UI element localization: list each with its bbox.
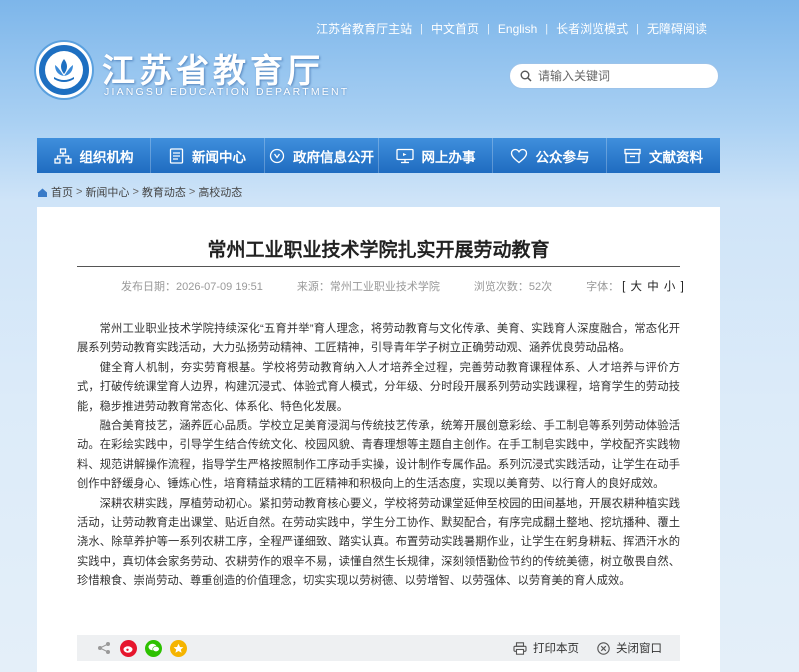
font-size-control: 字体： [ 大 中 小 ] [586, 278, 685, 294]
search-input[interactable] [538, 69, 698, 83]
disclosure-icon [269, 148, 285, 163]
site-subtitle: JIANGSU EDUCATION DEPARTMENT [104, 86, 350, 98]
nav-item-documents[interactable]: 文献资料 [607, 138, 720, 173]
font-bracket-open: [ [622, 281, 626, 293]
close-label: 关闭窗口 [616, 643, 662, 655]
breadcrumb-separator: > [188, 186, 196, 198]
archive-icon [624, 148, 641, 163]
weibo-share-icon[interactable] [120, 639, 137, 657]
article-title: 常州工业职业技术学院扎实开展劳动教育 [207, 240, 550, 261]
font-size-medium[interactable]: 中 [647, 281, 659, 293]
article-actions: 打印本页 关闭窗口 [495, 640, 680, 656]
heart-icon [510, 148, 527, 163]
breadcrumb-news-center[interactable]: 新闻中心 [85, 184, 129, 200]
site-header: 江苏省教育厅 JIANGSU EDUCATION DEPARTMENT [36, 38, 726, 108]
logo-emblem-icon [54, 59, 74, 82]
font-bracket-close: ] [680, 281, 684, 293]
breadcrumb-separator: > [132, 186, 139, 198]
article-body: 常州工业职业技术学院持续深化“五育并举”育人理念，将劳动教育与文化传承、美育、实… [77, 320, 680, 592]
link-main-site[interactable]: 江苏省教育厅主站 [308, 20, 420, 37]
nav-item-organization[interactable]: 组织机构 [37, 138, 151, 173]
article-panel: 常州工业职业技术学院扎实开展劳动教育 发布日期：2026-07-09 19:51… [37, 207, 720, 672]
font-size-large[interactable]: 大 [631, 281, 643, 293]
nav-item-disclosure[interactable]: 政府信息公开 [265, 138, 379, 173]
search-box[interactable] [509, 63, 719, 89]
home-icon [38, 188, 47, 197]
font-size-small[interactable]: 小 [664, 281, 676, 293]
article-meta: 发布日期：2026-07-09 19:51 来源：常州工业职业技术学院 浏览次数… [121, 278, 685, 294]
article-paragraph: 常州工业职业技术学院持续深化“五育并举”育人理念，将劳动教育与文化传承、美育、实… [77, 323, 680, 355]
nav-label: 公众参与 [535, 149, 590, 165]
share-buttons [95, 639, 195, 657]
font-size-label: 字体： [586, 281, 620, 293]
breadcrumb: 首页 > 新闻中心 > 教育动态 > 高校动态 [37, 184, 242, 200]
breadcrumb-university-news[interactable]: 高校动态 [198, 184, 242, 200]
breadcrumb-education-news[interactable]: 教育动态 [142, 184, 186, 200]
nav-label: 网上办事 [421, 149, 476, 165]
publish-date: 发布日期：2026-07-09 19:51 [121, 281, 263, 293]
title-divider [77, 266, 680, 267]
view-count: 浏览次数：52次 [473, 281, 553, 293]
nav-label: 文献资料 [649, 149, 703, 165]
wechat-share-icon[interactable] [145, 639, 162, 657]
nav-item-online-services[interactable]: 网上办事 [379, 138, 493, 173]
link-elder-mode[interactable]: 长者浏览模式 [548, 20, 636, 37]
breadcrumb-separator: > [76, 186, 83, 198]
article-paragraph: 融合美育技艺，涵养匠心品质。学校立足美育浸润与传统技艺传承，统筹开展创意彩绘、手… [77, 420, 680, 491]
search-icon[interactable] [520, 70, 532, 82]
article-paragraph: 健全育人机制，夯实劳育根基。学校将劳动教育纳入人才培养全过程，完善劳动教育课程体… [77, 361, 680, 413]
article-footer-bar: 打印本页 关闭窗口 [77, 635, 680, 661]
breadcrumb-home[interactable]: 首页 [51, 184, 73, 200]
main-nav: 组织机构 新闻中心 政府信息公开 网上办事 公众参与 文献资料 [37, 138, 720, 173]
link-english[interactable]: English [490, 22, 545, 36]
nav-label: 政府信息公开 [293, 149, 374, 165]
nav-label: 组织机构 [79, 149, 134, 165]
monitor-icon [395, 148, 414, 163]
print-label: 打印本页 [533, 643, 579, 655]
site-title: 江苏省教育厅 [102, 54, 324, 90]
close-icon [597, 641, 610, 655]
nav-item-news[interactable]: 新闻中心 [151, 138, 265, 173]
article-source: 来源：常州工业职业技术学院 [296, 281, 440, 293]
org-chart-icon [53, 147, 72, 164]
article-paragraph: 深耕农耕实践，厚植劳动初心。紧扣劳动教育核心要义，学校将劳动课堂延伸至校园的田间… [77, 497, 680, 588]
document-icon [169, 147, 184, 164]
print-button[interactable]: 打印本页 [513, 640, 579, 656]
nav-label: 新闻中心 [192, 149, 246, 165]
qzone-share-icon[interactable] [170, 639, 187, 657]
close-window-button[interactable]: 关闭窗口 [597, 640, 662, 656]
link-chinese-home[interactable]: 中文首页 [423, 20, 487, 37]
share-icon [95, 640, 112, 657]
site-logo[interactable] [36, 42, 92, 98]
link-accessibility[interactable]: 无障碍阅读 [639, 20, 715, 37]
nav-item-public-participation[interactable]: 公众参与 [493, 138, 607, 173]
printer-icon [513, 641, 527, 655]
